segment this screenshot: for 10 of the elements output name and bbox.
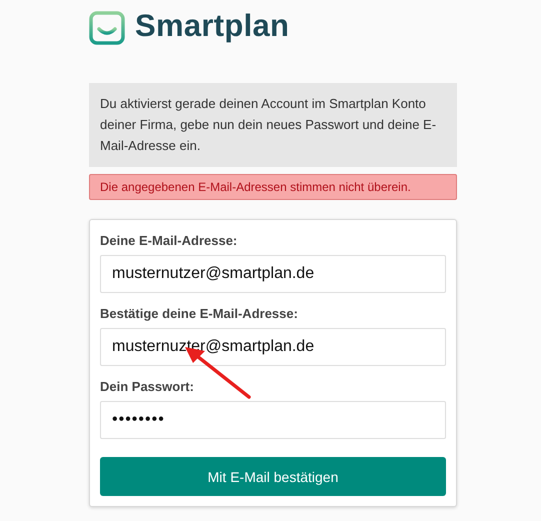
email-field[interactable]: musternutzer@smartplan.de — [100, 255, 446, 293]
email-field[interactable]: musternuzter@smartplan.de — [100, 328, 446, 366]
submit-button[interactable]: Mit E-Mail bestätigen — [100, 457, 446, 496]
info-message: Du aktivierst gerade deinen Account im Smartplan Konto deiner Firma, gebe nun dein neues Passwort und deine E-Mail-Adresse ein. — [89, 83, 457, 167]
brand-name: Smartplan — [135, 8, 290, 44]
password-field[interactable]: •••••••• — [100, 401, 446, 439]
field-label: Dein Passwort: — [100, 379, 195, 394]
field-label: Bestätige deine E-Mail-Adresse: — [100, 306, 299, 321]
error-message: Die angegebenen E-Mail-Adressen stimmen nicht überein. — [89, 174, 457, 200]
field-label: Deine E-Mail-Adresse: — [100, 233, 238, 248]
